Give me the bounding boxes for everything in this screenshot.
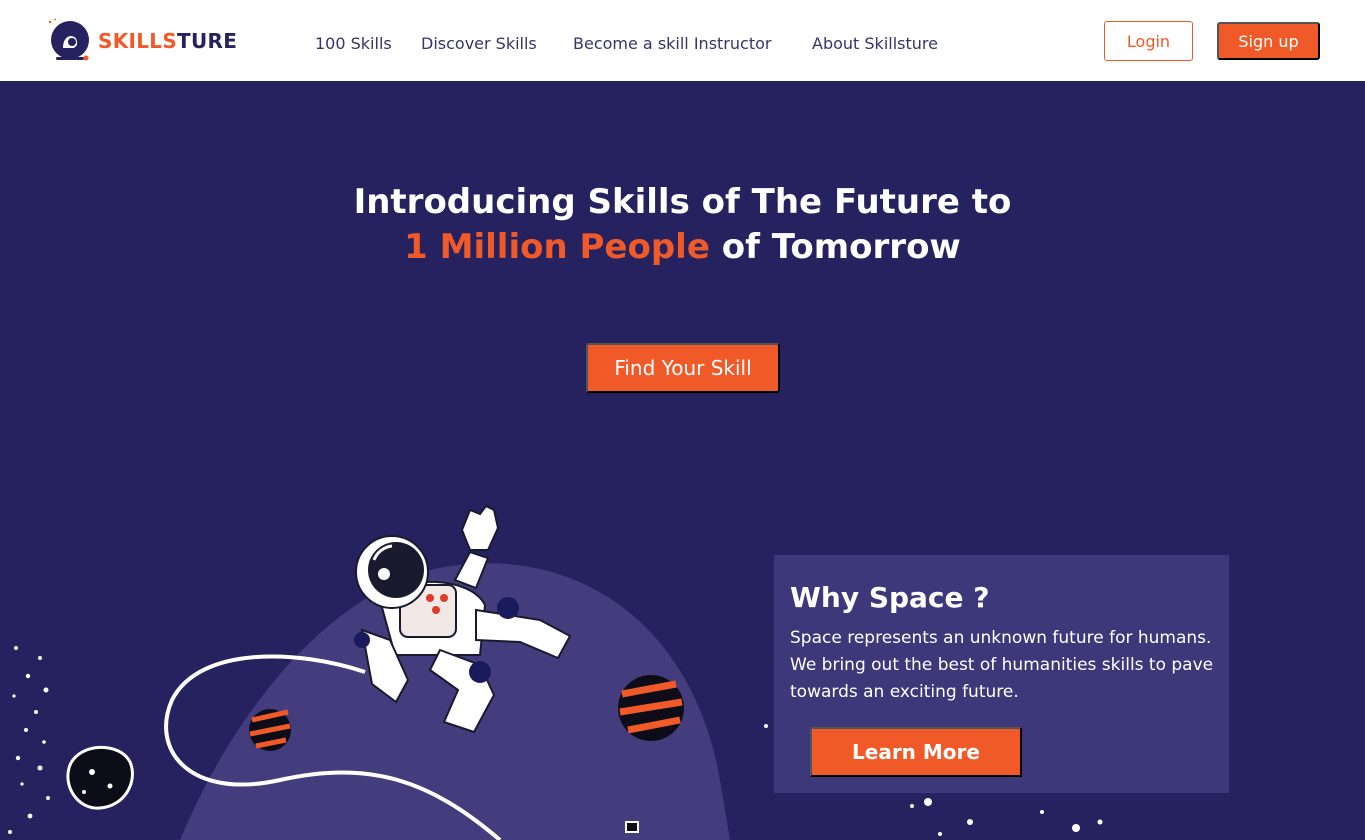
nav-link-discover-skills[interactable]: Discover Skills — [421, 34, 537, 53]
planet-icon — [618, 675, 684, 741]
brand-name-part1: SKILLS — [98, 29, 178, 53]
hero-title-line2-rest: of Tomorrow — [709, 227, 961, 267]
brand-name: SKILLSTURE — [98, 29, 237, 53]
tether-cable-icon — [625, 821, 639, 833]
nav-link-about[interactable]: About Skillsture — [812, 34, 938, 53]
why-space-text: Space represents an unknown future for h… — [790, 628, 1214, 702]
why-space-title: Why Space ? — [790, 581, 990, 614]
asteroid-icon — [66, 745, 134, 810]
hero-title-line1: Introducing Skills of The Future to — [353, 182, 1012, 222]
planet-icon — [249, 709, 291, 751]
login-button[interactable]: Login — [1104, 21, 1193, 61]
signup-button[interactable]: Sign up — [1217, 22, 1320, 60]
hero-title-accent: 1 Million People — [404, 227, 710, 267]
hero-title: Introducing Skills of The Future to 1 Mi… — [0, 180, 1365, 270]
nav-link-100-skills[interactable]: 100 Skills — [315, 34, 392, 53]
nav-link-become-instructor[interactable]: Become a skill Instructor — [573, 34, 771, 53]
brand-logo[interactable]: SKILLSTURE — [46, 18, 237, 64]
find-your-skill-button[interactable]: Find Your Skill — [586, 343, 780, 393]
learn-more-button[interactable]: Learn More — [810, 727, 1022, 777]
astronaut-helmet-icon — [48, 18, 89, 61]
navbar: SKILLSTURE 100 Skills Discover Skills Be… — [0, 0, 1365, 81]
why-space-card: Why Space ? Space represents an unknown … — [774, 555, 1229, 793]
brand-name-part2: TURE — [177, 29, 238, 53]
